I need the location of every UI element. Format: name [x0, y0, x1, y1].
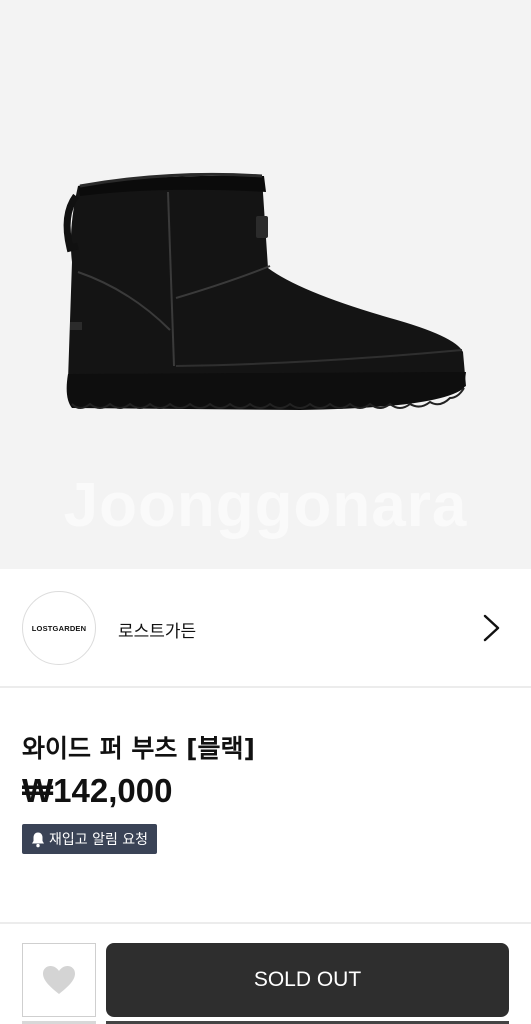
divider	[0, 922, 531, 924]
bell-icon	[32, 832, 44, 847]
chevron-right-icon[interactable]	[478, 613, 504, 643]
brand-name[interactable]: 로스트가든	[118, 617, 196, 642]
product-title: 와이드 퍼 부츠 [블랙]	[22, 734, 255, 763]
restock-alert-button[interactable]: 재입고 알림 요청	[22, 824, 158, 854]
wishlist-button[interactable]	[22, 943, 96, 1017]
brand-logo[interactable]: LOSTGARDEN	[22, 591, 96, 665]
sold-out-button: SOLD OUT	[106, 943, 509, 1017]
product-image-area[interactable]: Joonggonara	[0, 0, 531, 569]
watermark: Joonggonara	[63, 471, 468, 540]
brand-logo-text: LOSTGARDEN	[31, 623, 87, 633]
restock-label: 재입고 알림 요청	[49, 832, 149, 848]
brand-row[interactable]: LOSTGARDEN 로스트가든	[0, 569, 531, 688]
heart-icon	[43, 966, 75, 994]
product-price: ₩142,000	[22, 772, 173, 809]
